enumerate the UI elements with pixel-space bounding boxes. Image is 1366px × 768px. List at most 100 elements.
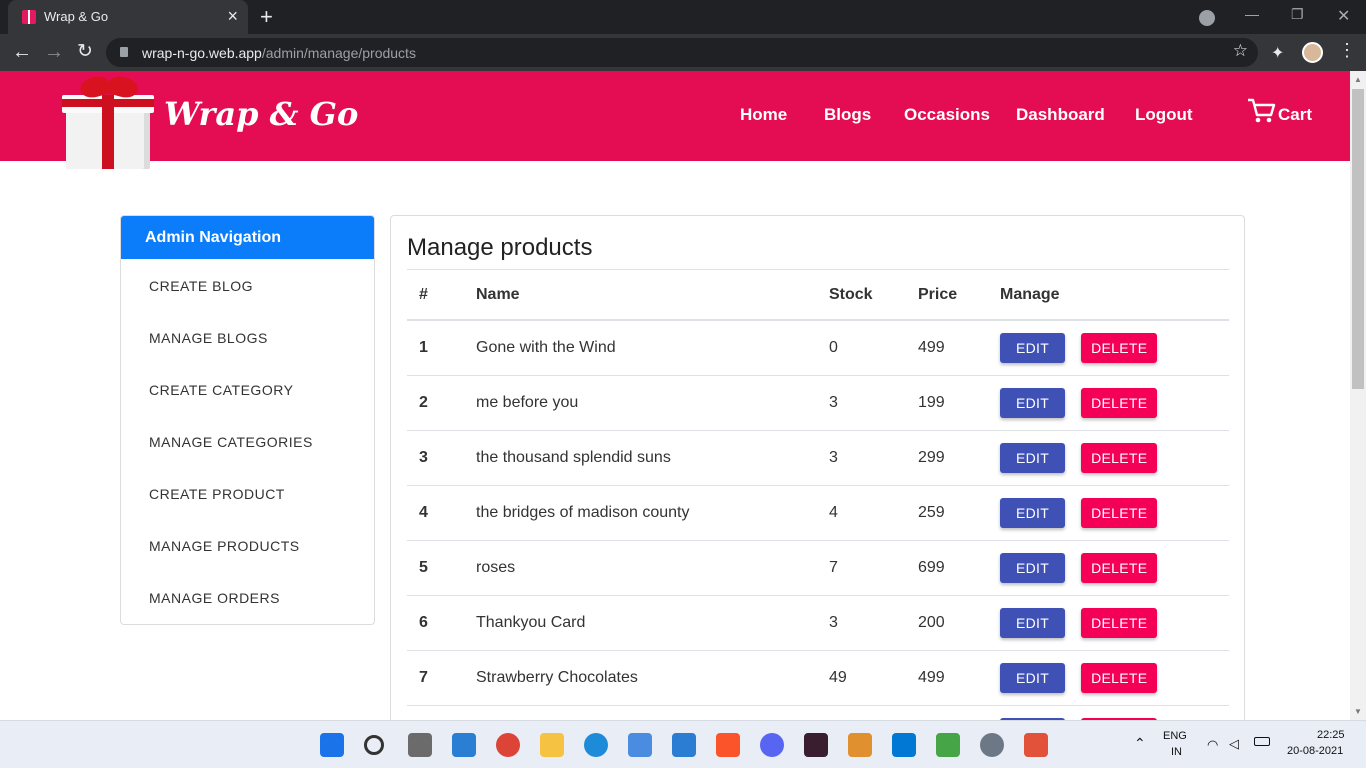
paint-icon[interactable] — [1024, 733, 1048, 757]
nav-occasions[interactable]: Occasions — [904, 105, 990, 125]
close-tab-icon[interactable]: × — [227, 6, 238, 27]
product-stock: 49 — [829, 650, 918, 706]
row-number: 2 — [407, 375, 476, 431]
edit-button[interactable]: EDIT — [1000, 332, 1066, 363]
settings-icon[interactable] — [980, 733, 1004, 757]
delete-button[interactable]: DELETE — [1081, 387, 1158, 418]
edit-button[interactable]: EDIT — [1000, 442, 1066, 473]
battery-icon[interactable] — [1254, 737, 1270, 746]
forward-icon[interactable]: → — [44, 40, 64, 64]
nav-dashboard[interactable]: Dashboard — [1016, 105, 1105, 125]
tab-search-icon[interactable] — [1199, 10, 1215, 26]
edit-button[interactable]: EDIT — [1000, 387, 1066, 418]
sublime-text-icon[interactable] — [848, 733, 872, 757]
product-stock: 3 — [829, 375, 918, 431]
brand-name[interactable]: Wrap & Go — [164, 95, 358, 133]
brave-icon[interactable] — [716, 733, 740, 757]
delete-button[interactable]: DELETE — [1081, 662, 1158, 693]
discord-icon[interactable] — [760, 733, 784, 757]
cart-icon[interactable] — [1246, 97, 1276, 125]
language-region[interactable]: IN — [1171, 746, 1182, 758]
admin-navigation-title: Admin Navigation — [121, 216, 374, 259]
sidebar-item-manage-orders[interactable]: MANAGE ORDERS — [121, 571, 374, 623]
clock-date[interactable]: 20-08-2021 — [1287, 745, 1343, 757]
delete-button[interactable]: DELETE — [1081, 332, 1158, 363]
nav-cart[interactable]: Cart — [1278, 105, 1312, 125]
manage-cell: EDIT DELETE — [1000, 540, 1229, 596]
delete-button[interactable]: DELETE — [1081, 552, 1158, 583]
nav-logout[interactable]: Logout — [1135, 105, 1193, 125]
edge-icon[interactable] — [584, 733, 608, 757]
sidebar-item-create-product[interactable]: CREATE PRODUCT — [121, 467, 374, 519]
delete-button[interactable]: DELETE — [1081, 497, 1158, 528]
widgets-icon[interactable] — [452, 733, 476, 757]
manage-cell: EDIT DELETE — [1000, 485, 1229, 541]
new-tab-icon[interactable]: + — [260, 4, 273, 30]
column-header-name: Name — [476, 270, 829, 321]
bluestacks-icon[interactable] — [936, 733, 960, 757]
chrome-icon[interactable] — [496, 733, 520, 757]
sidebar-item-create-category[interactable]: CREATE CATEGORY — [121, 363, 374, 415]
web-page: Wrap & Go Home Blogs Occasions Dashboard… — [0, 71, 1350, 720]
volume-icon[interactable]: ◁ — [1229, 736, 1239, 752]
browser-toolbar: ← → ↻ wrap-n-go.web.app/admin/manage/pro… — [0, 34, 1366, 71]
scroll-down-icon[interactable]: ▼ — [1354, 707, 1362, 716]
app-icon[interactable] — [804, 733, 828, 757]
product-name: Gone with the Wind — [476, 320, 829, 376]
store-icon[interactable] — [628, 733, 652, 757]
table-row: 1 Gone with the Wind 0 499 EDIT DELETE — [407, 320, 1229, 376]
browser-tab[interactable]: Wrap & Go × — [8, 0, 248, 34]
browser-menu-icon[interactable]: ⋮ — [1338, 40, 1356, 61]
delete-button[interactable]: DELETE — [1081, 442, 1158, 473]
task-view-icon[interactable] — [408, 733, 432, 757]
close-window-icon[interactable]: ✕ — [1337, 6, 1350, 26]
product-name: roses — [476, 540, 829, 596]
product-stock: 3 — [829, 595, 918, 651]
bookmark-star-icon[interactable]: ☆ — [1233, 41, 1248, 61]
language-indicator[interactable]: ENG — [1163, 730, 1187, 742]
restore-icon[interactable]: ❐ — [1291, 6, 1304, 23]
reload-icon[interactable]: ↻ — [77, 40, 93, 64]
show-hidden-icons-icon[interactable]: ⌃ — [1134, 735, 1146, 752]
edit-button[interactable]: EDIT — [1000, 662, 1066, 693]
vscode-icon[interactable] — [892, 733, 916, 757]
edit-button[interactable]: EDIT — [1000, 607, 1066, 638]
product-stock: 4 — [829, 485, 918, 541]
nav-blogs[interactable]: Blogs — [824, 105, 871, 125]
table-row: 3 the thousand splendid suns 3 299 EDIT DELET… — [407, 430, 1229, 486]
column-header-price: Price — [918, 270, 1000, 321]
profile-avatar[interactable] — [1302, 42, 1323, 63]
sidebar-item-manage-products[interactable]: MANAGE PRODUCTS — [121, 519, 374, 571]
address-bar[interactable]: wrap-n-go.web.app/admin/manage/products … — [106, 38, 1258, 67]
back-icon[interactable]: ← — [12, 40, 32, 64]
start-icon[interactable] — [320, 733, 344, 757]
extensions-icon[interactable]: ✦ — [1271, 43, 1284, 63]
wifi-icon[interactable]: ◠ — [1207, 737, 1218, 753]
minimize-icon[interactable]: — — [1245, 6, 1259, 22]
url-text: wrap-n-go.web.app/admin/manage/products — [142, 45, 416, 61]
sidebar-item-manage-categories[interactable]: MANAGE CATEGORIES — [121, 415, 374, 467]
sidebar-item-create-blog[interactable]: CREATE BLOG — [121, 259, 374, 311]
sidebar-item-manage-blogs[interactable]: MANAGE BLOGS — [121, 311, 374, 363]
scroll-up-icon[interactable]: ▲ — [1354, 75, 1362, 84]
edit-button[interactable]: EDIT — [1000, 497, 1066, 528]
manage-cell: EDIT DELETE — [1000, 430, 1229, 486]
delete-button[interactable]: DELETE — [1081, 607, 1158, 638]
gift-logo-icon[interactable] — [62, 73, 154, 169]
scrollbar-thumb[interactable] — [1352, 89, 1364, 389]
page-title: Manage products — [407, 234, 593, 261]
row-number: 5 — [407, 540, 476, 596]
nav-home[interactable]: Home — [740, 105, 787, 125]
page-scrollbar[interactable]: ▲ ▼ — [1350, 71, 1366, 720]
mail-icon[interactable] — [672, 733, 696, 757]
browser-tab-strip: Wrap & Go × + — ❐ ✕ — [0, 0, 1366, 34]
product-name — [476, 705, 829, 720]
table-row: 7 Strawberry Chocolates 49 499 EDIT DELETE — [407, 650, 1229, 706]
product-name: the bridges of madison county — [476, 485, 829, 541]
product-price: 259 — [918, 485, 1000, 541]
edit-button[interactable]: EDIT — [1000, 552, 1066, 583]
product-price: 200 — [918, 595, 1000, 651]
clock-time[interactable]: 22:25 — [1317, 729, 1345, 741]
search-icon[interactable] — [364, 735, 384, 755]
file-explorer-icon[interactable] — [540, 733, 564, 757]
